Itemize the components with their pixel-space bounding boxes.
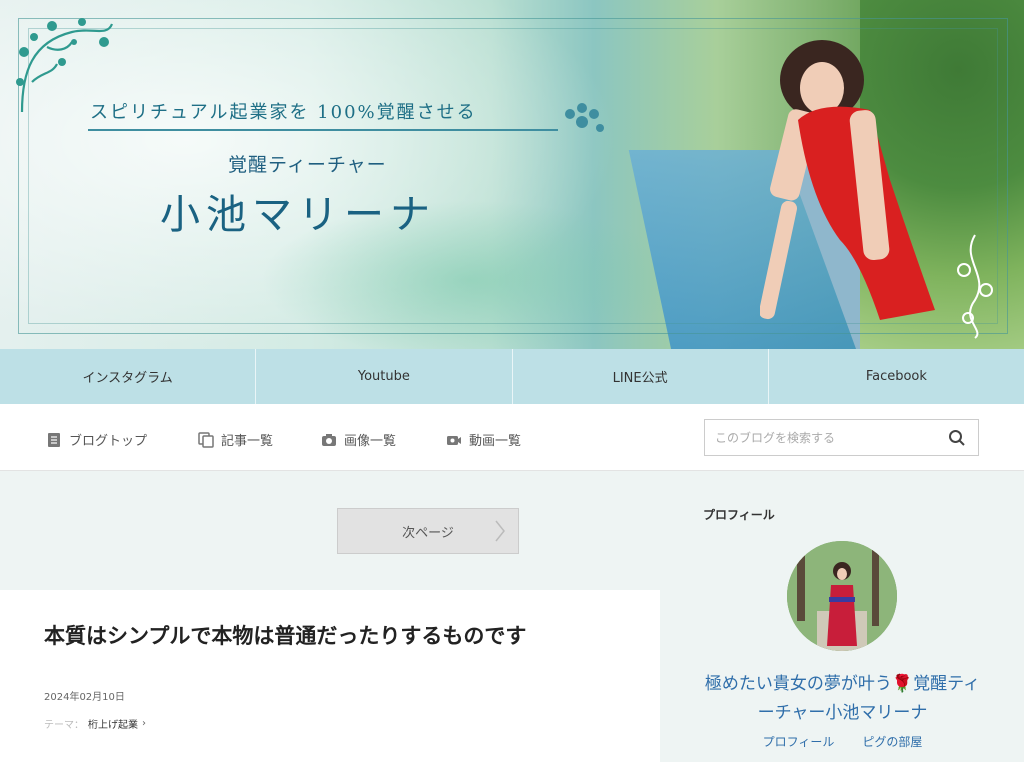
article-title[interactable]: 本質はシンプルで本物は普通だったりするものです [44, 620, 526, 650]
nav-instagram[interactable]: インスタグラム [0, 349, 257, 404]
flourish-icon [565, 103, 604, 132]
search-input[interactable] [705, 420, 935, 455]
document-icon [48, 432, 60, 447]
avatar-photo [787, 541, 897, 651]
menu-video-list-label: 動画一覧 [469, 434, 522, 449]
copy-icon [198, 431, 214, 448]
menu-blog-top[interactable]: ブログトップ [46, 430, 147, 449]
search-icon[interactable] [948, 429, 966, 447]
social-nav: インスタグラム Youtube LINE公式 Facebook [0, 349, 1024, 404]
avatar[interactable] [787, 541, 897, 651]
nav-youtube[interactable]: Youtube [256, 349, 513, 404]
next-page-button[interactable]: 次ページ [337, 508, 519, 554]
tagline-rule [88, 129, 558, 131]
header-name: 小池マリーナ [160, 192, 436, 238]
menu-image-list-label: 画像一覧 [344, 434, 397, 449]
sidebar-profile-title: プロフィール [703, 508, 775, 522]
profile-link[interactable]: プロフィール [763, 733, 835, 750]
profile-name-link[interactable]: 極めたい貴女の夢が叶う🌹覚醒ティーチャー小池マリーナ [700, 670, 985, 728]
article-card: 本質はシンプルで本物は普通だったりするものです 2024年02月10日 テーマ：… [0, 590, 660, 762]
next-page-label: 次ページ [402, 525, 454, 541]
header-subtitle: 覚醒ティーチャー [228, 154, 387, 176]
menu-blog-top-label: ブログトップ [69, 434, 148, 449]
menu-article-list-label: 記事一覧 [221, 434, 274, 449]
menu-article-list[interactable]: 記事一覧 [198, 430, 273, 449]
header-banner[interactable]: スピリチュアル起業家を 100%覚醒させる 覚醒ティーチャー 小池マリーナ [0, 0, 1024, 349]
blog-menu-bar: ブログトップ 記事一覧 画像一覧 動画一覧 [0, 404, 1024, 471]
flourish-right-icon [957, 234, 993, 339]
menu-image-list[interactable]: 画像一覧 [321, 430, 396, 449]
chevron-right-icon: › [142, 718, 146, 729]
menu-video-list[interactable]: 動画一覧 [446, 430, 521, 449]
theme-link[interactable]: 桁上げ起業 [88, 716, 138, 731]
chevron-right-icon [495, 520, 505, 542]
header-tagline: スピリチュアル起業家を 100%覚醒させる [90, 102, 477, 123]
woman-in-red-dress-photo [760, 40, 935, 321]
theme-prefix: テーマ： [44, 720, 84, 731]
article-theme: テーマ： 桁上げ起業 › [44, 716, 146, 731]
pig-room-link[interactable]: ピグの部屋 [862, 733, 922, 750]
nav-line[interactable]: LINE公式 [513, 349, 769, 404]
article-date: 2024年02月10日 [44, 692, 125, 703]
blog-search [704, 419, 979, 456]
camera-icon [322, 433, 336, 446]
nav-facebook[interactable]: Facebook [769, 349, 1024, 404]
video-icon [447, 435, 461, 445]
profile-links: プロフィール ピグの部屋 [700, 733, 985, 750]
